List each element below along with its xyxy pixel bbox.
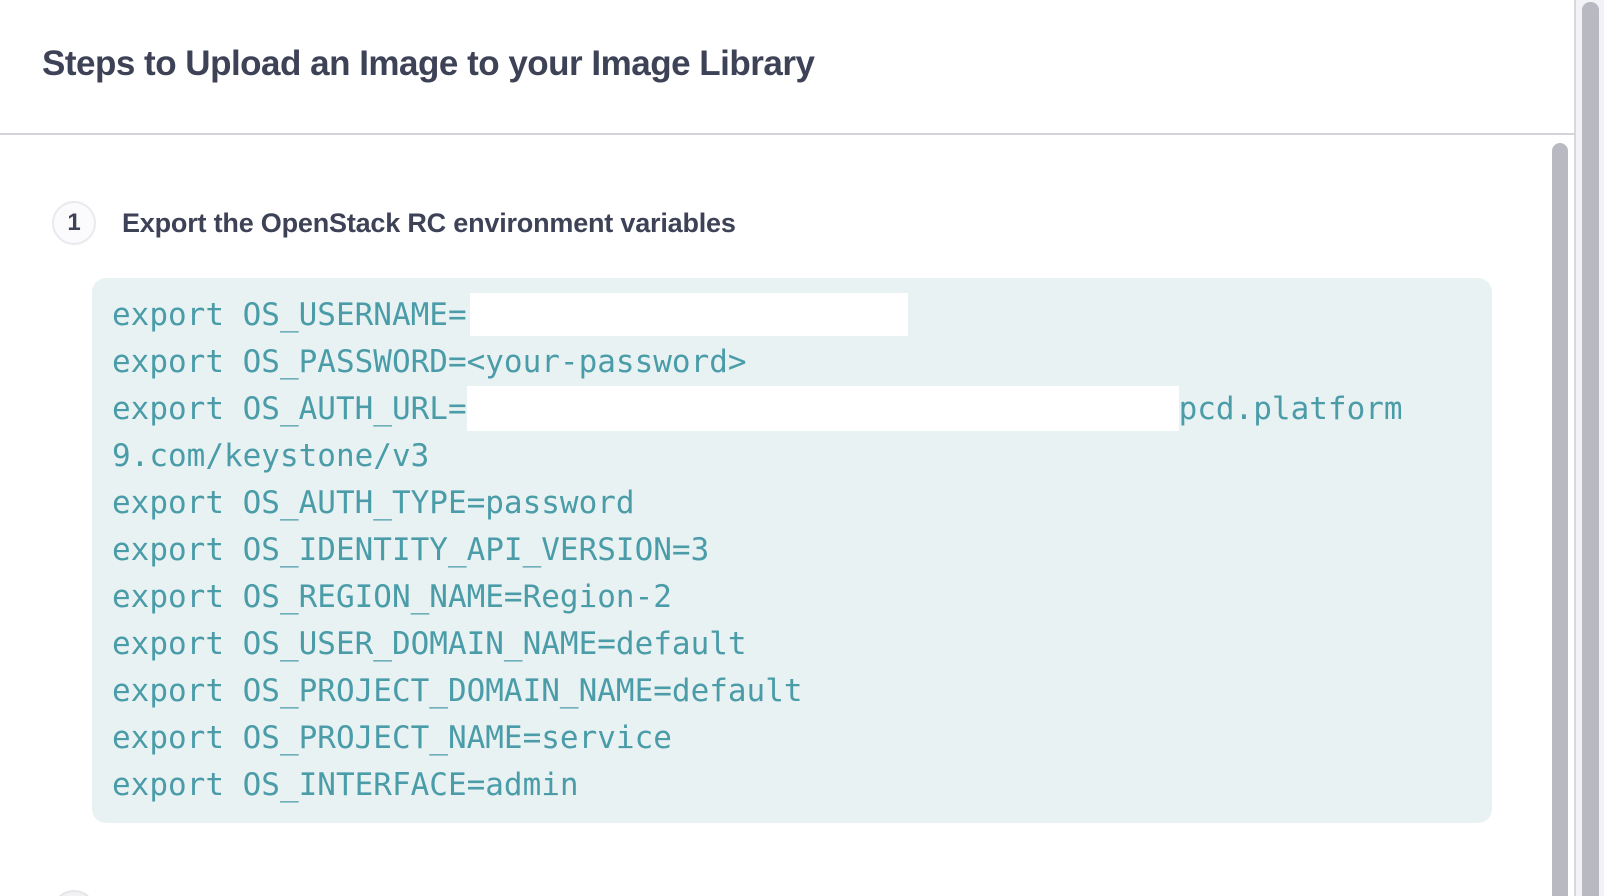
code-text: export OS_AUTH_URL= [112, 391, 467, 427]
code-line-auth-url: export OS_AUTH_URL= pcd.platform [112, 385, 1472, 432]
code-text: export OS_USERNAME= [112, 297, 467, 333]
code-line-region: export OS_REGION_NAME=Region-2 [112, 573, 1472, 620]
redacted-username-value [470, 293, 908, 336]
code-text: export OS_PASSWORD=<your-password> [112, 344, 747, 380]
code-line-project-domain: export OS_PROJECT_DOMAIN_NAME=default [112, 667, 1472, 714]
code-text: export OS_INTERFACE=admin [112, 767, 579, 803]
code-line-auth-url-wrap: 9.com/keystone/v3 [112, 432, 1472, 479]
code-text: 9.com/keystone/v3 [112, 438, 429, 474]
code-line-password: export OS_PASSWORD=<your-password> [112, 338, 1472, 385]
openstack-rc-code-block: export OS_USERNAME= export OS_PASSWORD=<… [92, 278, 1492, 823]
code-text: export OS_PROJECT_NAME=service [112, 720, 672, 756]
step-1-number: 1 [67, 209, 80, 237]
page-title: Steps to Upload an Image to your Image L… [42, 44, 814, 84]
page-header: Steps to Upload an Image to your Image L… [0, 0, 1574, 134]
page-scrollbar-thumb[interactable] [1582, 2, 1599, 896]
code-text: export OS_USER_DOMAIN_NAME=default [112, 626, 747, 662]
code-line-project-name: export OS_PROJECT_NAME=service [112, 714, 1472, 761]
code-text: pcd.platform [1179, 391, 1403, 427]
code-text: export OS_IDENTITY_API_VERSION=3 [112, 532, 709, 568]
page-scrollbar-track[interactable] [1574, 0, 1604, 896]
step-1-row: 1 Export the OpenStack RC environment va… [52, 201, 736, 245]
step-1-heading: Export the OpenStack RC environment vari… [122, 208, 736, 239]
code-text: export OS_AUTH_TYPE=password [112, 485, 635, 521]
code-line-interface: export OS_INTERFACE=admin [112, 761, 1472, 808]
code-line-username: export OS_USERNAME= [112, 291, 1472, 338]
steps-content: 1 Export the OpenStack RC environment va… [0, 135, 1574, 896]
step-2-number-badge [52, 890, 96, 896]
step-1-number-badge: 1 [52, 201, 96, 245]
redacted-auth-url-value [467, 386, 1179, 431]
code-line-user-domain: export OS_USER_DOMAIN_NAME=default [112, 620, 1472, 667]
documentation-panel: Steps to Upload an Image to your Image L… [0, 0, 1604, 896]
code-text: export OS_REGION_NAME=Region-2 [112, 579, 672, 615]
code-line-auth-type: export OS_AUTH_TYPE=password [112, 479, 1472, 526]
content-scrollbar-thumb[interactable] [1552, 143, 1568, 896]
code-line-identity-api: export OS_IDENTITY_API_VERSION=3 [112, 526, 1472, 573]
code-text: export OS_PROJECT_DOMAIN_NAME=default [112, 673, 803, 709]
